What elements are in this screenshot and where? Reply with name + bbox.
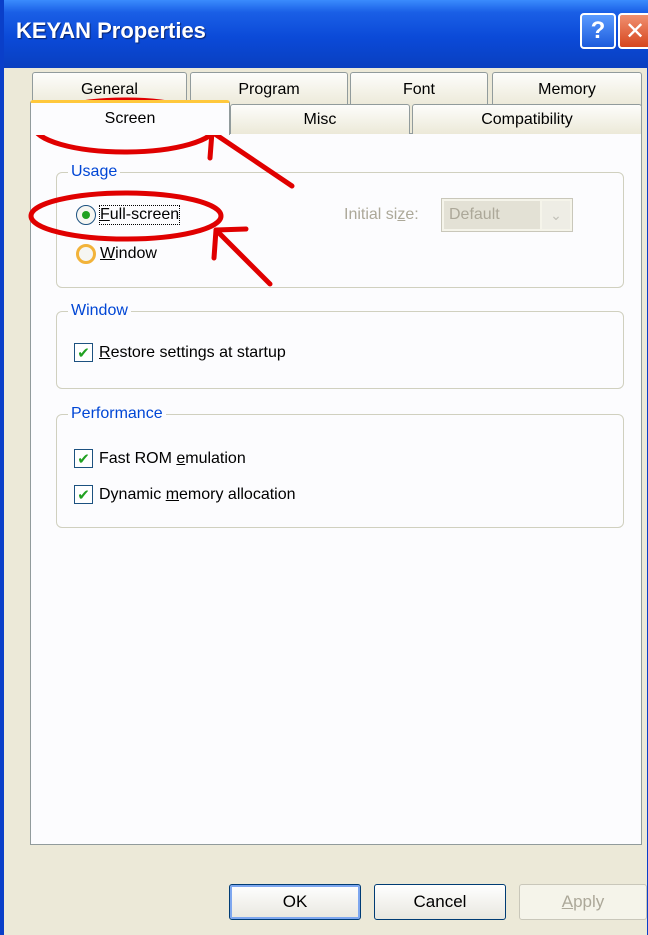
tab-memory[interactable]: Memory bbox=[492, 72, 642, 106]
apply-button[interactable]: Apply bbox=[519, 884, 647, 920]
restore-settings-label: Restore settings at startup bbox=[99, 343, 286, 361]
tab-label: Program bbox=[238, 80, 300, 98]
tab-screen[interactable]: Screen bbox=[30, 100, 230, 135]
fast-rom-row[interactable]: ✔ Fast ROM emulation bbox=[74, 449, 246, 468]
fast-rom-checkbox[interactable]: ✔ bbox=[74, 449, 93, 468]
performance-group bbox=[56, 414, 624, 528]
fullscreen-label: Full-screen bbox=[98, 205, 181, 225]
cancel-label: Cancel bbox=[413, 892, 467, 911]
dynamic-memory-checkbox[interactable]: ✔ bbox=[74, 485, 93, 504]
tab-label: Memory bbox=[538, 80, 596, 98]
window-radio-row[interactable]: Window bbox=[76, 244, 157, 264]
title-bar[interactable]: KEYAN Properties ? ✕ bbox=[4, 0, 648, 68]
fast-rom-label: Fast ROM emulation bbox=[99, 449, 246, 467]
tab-label: Font bbox=[402, 80, 435, 98]
initial-size-label: Initial size: bbox=[344, 206, 419, 223]
dynamic-memory-row[interactable]: ✔ Dynamic memory allocation bbox=[74, 485, 296, 504]
initial-size-value: Default bbox=[444, 201, 540, 229]
tab-label: Compatibility bbox=[481, 110, 573, 128]
ok-label: OK bbox=[282, 892, 308, 911]
chevron-down-icon[interactable]: ⌄ bbox=[542, 201, 570, 229]
fullscreen-radio[interactable] bbox=[76, 205, 96, 225]
restore-settings-row[interactable]: ✔ Restore settings at startup bbox=[74, 343, 286, 362]
apply-label: Apply bbox=[561, 892, 605, 911]
tab-label: Screen bbox=[104, 110, 156, 127]
ok-button[interactable]: OK bbox=[229, 884, 361, 920]
performance-group-label: Performance bbox=[68, 405, 166, 423]
cancel-button[interactable]: Cancel bbox=[374, 884, 506, 920]
help-icon: ? bbox=[590, 17, 606, 44]
initial-size-combo[interactable]: Default ⌄ bbox=[441, 198, 573, 232]
tab-label: General bbox=[81, 80, 138, 98]
dynamic-memory-label: Dynamic memory allocation bbox=[99, 485, 296, 503]
window-radio[interactable] bbox=[76, 244, 96, 264]
close-button[interactable]: ✕ bbox=[618, 13, 648, 49]
properties-dialog: KEYAN Properties ? ✕ General Program Fon… bbox=[0, 0, 648, 935]
restore-settings-checkbox[interactable]: ✔ bbox=[74, 343, 93, 362]
tab-font[interactable]: Font bbox=[350, 72, 488, 106]
usage-group-label: Usage bbox=[68, 163, 121, 181]
tab-label: Misc bbox=[303, 110, 337, 128]
tab-compatibility[interactable]: Compatibility bbox=[412, 104, 642, 134]
fullscreen-radio-row[interactable]: Full-screen bbox=[76, 205, 181, 225]
window-label: Window bbox=[100, 245, 157, 262]
radio-selected-dot bbox=[82, 211, 90, 219]
window-title: KEYAN Properties bbox=[16, 18, 206, 43]
close-icon: ✕ bbox=[624, 17, 646, 45]
window-group-label: Window bbox=[68, 302, 131, 320]
tab-misc[interactable]: Misc bbox=[230, 104, 410, 134]
help-button[interactable]: ? bbox=[580, 13, 616, 49]
